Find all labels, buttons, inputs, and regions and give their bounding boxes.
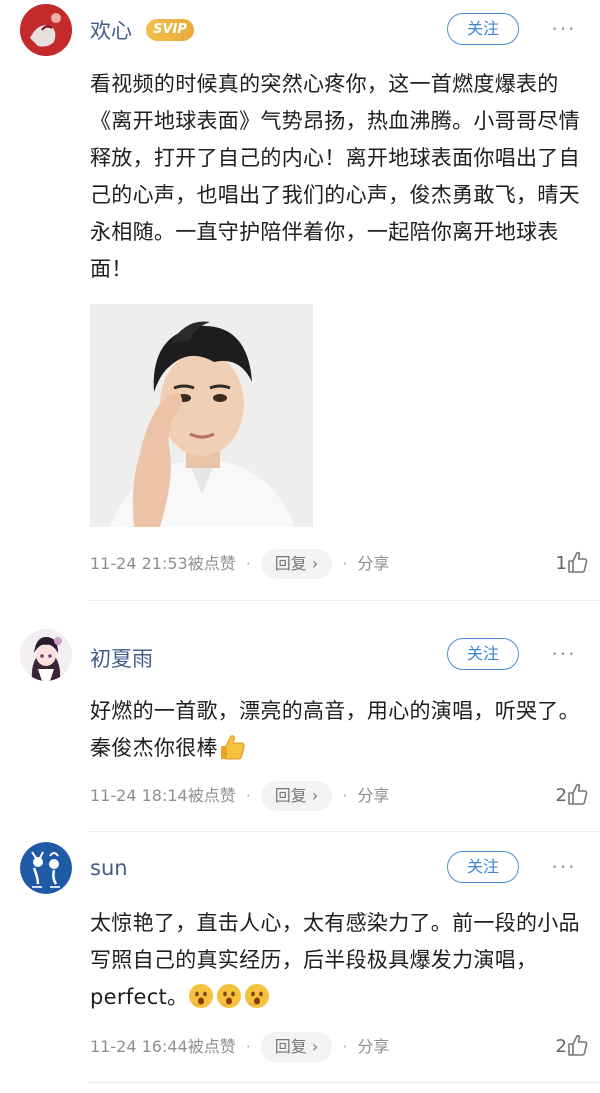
follow-button[interactable]: 关注 [447, 13, 519, 45]
chevron-right-icon: › [306, 554, 319, 573]
timestamp: 11-24 21:53 [90, 554, 188, 573]
reply-label: 回复 [274, 554, 307, 573]
separator-dot: · [245, 1037, 251, 1056]
thumbs-up-icon [568, 783, 588, 815]
follow-button[interactable]: 关注 [447, 638, 519, 670]
reply-label: 回复 [274, 1037, 307, 1056]
liked-by-label[interactable]: 被点赞 [188, 554, 236, 573]
username[interactable]: 欢心 [90, 15, 132, 45]
reply-button[interactable]: 回复 › [260, 549, 333, 579]
avatar[interactable] [20, 842, 72, 894]
liked-by-label[interactable]: 被点赞 [188, 1037, 236, 1056]
comment-item: 欢心 SVIP 关注 ··· 看视频的时候真的突然心疼你，这一首燃度爆表的《离开… [0, 0, 600, 600]
more-options-icon[interactable]: ··· [548, 19, 580, 39]
like-button[interactable]: 1 [528, 549, 588, 579]
separator-dot: · [342, 554, 348, 573]
like-count: 2 [555, 785, 567, 806]
share-button[interactable]: 分享 [357, 1037, 389, 1056]
svip-badge: SVIP [146, 19, 194, 41]
timestamp: 11-24 18:14 [90, 786, 188, 805]
timestamp: 11-24 16:44 [90, 1037, 188, 1056]
share-button[interactable]: 分享 [357, 554, 389, 573]
thumbs-up-icon [568, 551, 588, 583]
attached-photo[interactable] [90, 304, 313, 527]
thumbs-up-icon [568, 1034, 588, 1066]
comment-text-body: 太惊艳了，直击人心，太有感染力了。前一段的小品写照自己的真实经历，后半段极具爆发… [90, 911, 580, 1009]
gasp-face-emoji-icon [188, 983, 214, 1009]
separator-dot: · [342, 1037, 348, 1056]
chevron-right-icon: › [306, 1037, 319, 1056]
reply-button[interactable]: 回复 › [260, 1032, 333, 1062]
more-options-icon[interactable]: ··· [548, 644, 580, 664]
follow-button[interactable]: 关注 [447, 851, 519, 883]
comment-text: 看视频的时候真的突然心疼你，这一首燃度爆表的《离开地球表面》气势昂扬，热血沸腾。… [90, 72, 580, 281]
like-count: 2 [555, 1036, 567, 1057]
liked-by-label[interactable]: 被点赞 [188, 786, 236, 805]
like-count: 1 [555, 553, 567, 574]
separator-dot: · [342, 786, 348, 805]
reply-label: 回复 [274, 786, 307, 805]
comment-meta: 11-24 21:53被点赞 · 回复 › · 分享 [90, 549, 389, 579]
gasp-face-emoji-icon [216, 983, 242, 1009]
comment-text-body: 好燃的一首歌，漂亮的高音，用心的演唱，听哭了。秦俊杰你很棒 [90, 699, 580, 760]
reply-button[interactable]: 回复 › [260, 781, 333, 811]
separator-dot: · [245, 554, 251, 573]
share-button[interactable]: 分享 [357, 786, 389, 805]
like-button[interactable]: 2 [528, 781, 588, 811]
gasp-face-emoji-icon [244, 983, 270, 1009]
like-button[interactable]: 2 [528, 1032, 588, 1062]
avatar[interactable] [20, 629, 72, 681]
chevron-right-icon: › [306, 786, 319, 805]
avatar[interactable] [20, 4, 72, 56]
more-options-icon[interactable]: ··· [548, 857, 580, 877]
comment-text: 好燃的一首歌，漂亮的高音，用心的演唱，听哭了。秦俊杰你很棒 [90, 693, 580, 767]
username[interactable]: 初夏雨 [90, 643, 153, 673]
thumbs-up-emoji-icon [218, 733, 246, 761]
divider [88, 1082, 600, 1083]
separator-dot: · [245, 786, 251, 805]
comment-text: 太惊艳了，直击人心，太有感染力了。前一段的小品写照自己的真实经历，后半段极具爆发… [90, 905, 580, 1016]
comment-meta: 11-24 18:14被点赞 · 回复 › · 分享 [90, 781, 389, 811]
username[interactable]: sun [90, 856, 128, 880]
comment-item: sun 关注 ··· 太惊艳了，直击人心，太有感染力了。前一段的小品写照自己的真… [0, 832, 600, 1087]
comment-meta: 11-24 16:44被点赞 · 回复 › · 分享 [90, 1032, 389, 1062]
comment-item: 初夏雨 关注 ··· 好燃的一首歌，漂亮的高音，用心的演唱，听哭了。秦俊杰你很棒… [0, 601, 600, 831]
